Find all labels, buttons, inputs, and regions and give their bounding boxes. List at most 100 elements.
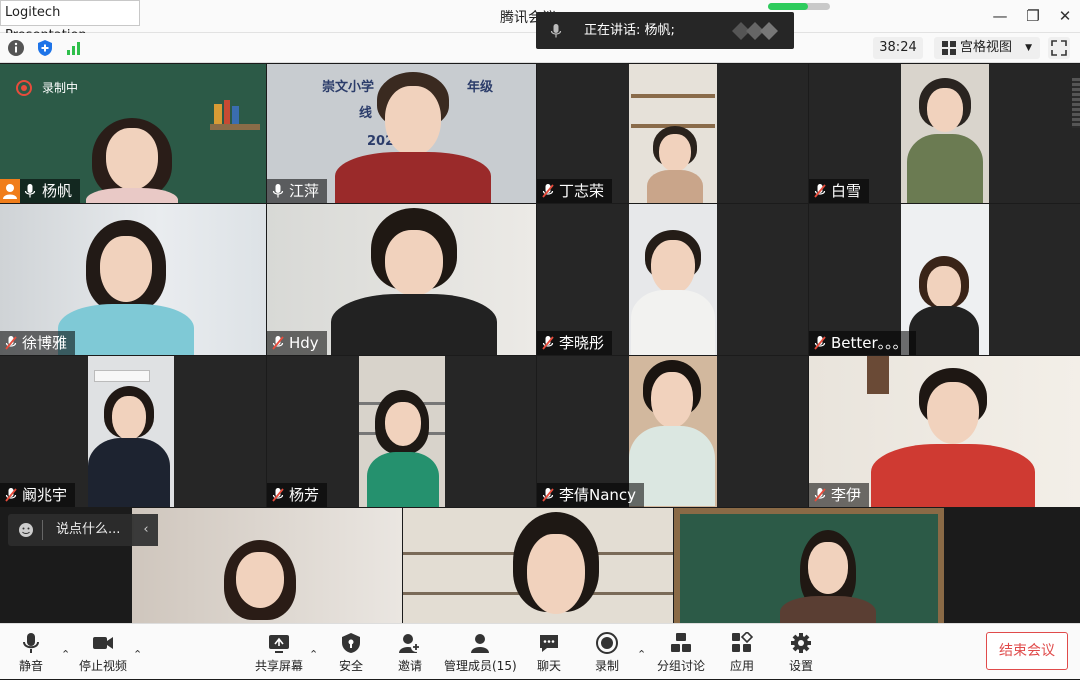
apps-label: 应用 [729,659,754,673]
mic-icon [24,184,36,198]
chat-input-bar[interactable]: 说点什么... ‹ [8,514,158,546]
video-frame [901,64,989,203]
participant-nameplate: 江萍 [267,179,328,203]
video-frame [88,356,174,507]
shelf [631,94,715,98]
signal-icon[interactable] [64,38,84,58]
add-user-icon [399,634,421,653]
video-tile[interactable]: 丁志荣 [537,64,808,203]
apps-icon [732,632,753,652]
book [214,104,222,124]
share-screen-button[interactable]: 共享屏幕 [254,624,304,680]
chevron-up-icon[interactable]: ⌃ [309,648,318,661]
mute-button[interactable]: 静音 [12,624,50,680]
mic-muted-icon [542,488,554,502]
mic-icon [23,633,39,653]
manage-members-label: 管理成员(15) [444,659,517,673]
emoji-icon[interactable] [18,522,34,538]
participant-nameplate: 阚兆宇 [0,483,76,507]
end-meeting-button[interactable]: 结束会议 [986,632,1068,670]
invite-button[interactable]: 邀请 [395,624,425,680]
video-tile[interactable]: 白雪 [809,64,1080,203]
mic-muted-icon [814,336,826,350]
video-tile[interactable]: 李伊 [809,356,1080,507]
settings-button[interactable]: 设置 [786,624,816,680]
slide-subtitle: 年级 [467,80,494,95]
slide-line: 线 [359,106,373,121]
chevron-up-icon[interactable]: ⌃ [61,648,70,661]
mic-muted-icon [5,488,17,502]
breakout-rooms-button[interactable]: 分组讨论 [656,624,706,680]
shield-icon [342,633,360,653]
mic-icon [550,24,562,38]
participant-name: 李伊 [831,486,862,504]
view-mode-button[interactable]: 宫格视图 ▼ [934,37,1040,59]
participant-name: 徐博雅 [22,334,68,352]
loading-progress-fill [768,3,809,10]
participant-name: 李晓彤 [559,334,605,352]
info-icon[interactable] [6,38,26,58]
collapse-chevron-icon[interactable]: ‹ [134,514,158,546]
apps-button[interactable]: 应用 [727,624,757,680]
video-tile[interactable]: 李倩Nancy [537,356,808,507]
record-icon [596,632,618,654]
chat-icon [540,635,558,652]
gear-icon [791,633,811,653]
video-tile[interactable]: 李晓彤 [537,204,808,355]
close-icon[interactable]: ✕ [1050,4,1080,28]
video-tile[interactable]: Hdy [267,204,536,355]
record-label: 录制 [594,659,619,673]
participant-name: 江萍 [289,182,320,200]
video-tile[interactable] [403,508,673,623]
volume-meter [1072,78,1080,128]
mic-icon [272,184,284,198]
divider [42,520,43,540]
participant-name: 杨芳 [289,486,320,504]
recording-indicator: 录制中 [16,80,78,96]
loading-progress-bar [768,3,830,10]
video-tile[interactable] [132,508,402,623]
video-tile[interactable] [674,508,944,623]
video-tile[interactable]: 杨芳 [267,356,536,507]
stop-video-label: 停止视频 [78,659,127,673]
chat-button[interactable]: 聊天 [534,624,564,680]
fullscreen-icon[interactable] [1048,37,1070,59]
chat-placeholder[interactable]: 说点什么... [56,514,120,546]
participant-nameplate: 李倩Nancy [537,483,645,507]
logitech-overlay-label: Logitech Presentation [0,0,140,43]
slide-title: 崇文小学 [322,80,375,95]
video-tile[interactable]: 徐博雅 [0,204,266,355]
view-mode-label: 宫格视图 [960,40,1013,55]
shield-icon[interactable] [35,38,55,58]
participant-name: 杨帆 [42,182,73,200]
speaker-avatars-icon [732,22,778,40]
members-icon [471,634,489,653]
video-tile[interactable]: 阚兆宇 [0,356,266,507]
video-tile[interactable]: Better。。。 [809,204,1080,355]
video-frame [629,204,717,355]
security-label: 安全 [338,659,363,673]
chevron-up-icon[interactable]: ⌃ [133,648,142,661]
mic-muted-icon [542,184,554,198]
chevron-up-icon[interactable]: ⌃ [637,648,646,661]
air-conditioner [94,370,150,382]
bottom-control-bar: 静音 ⌃ 停止视频 ⌃ 共享屏幕 ⌃ 安全 邀请 管理成员(15) 聊天 录制 … [0,623,1080,679]
invite-label: 邀请 [397,659,422,673]
video-frame [629,64,717,203]
shelf [210,124,260,130]
meeting-timer: 38:24 [873,37,923,59]
maximize-icon[interactable]: ❐ [1018,4,1048,28]
mic-muted-icon [542,336,554,350]
video-tile[interactable]: 崇文小学 年级 线 2022 江萍 [267,64,536,203]
stop-video-button[interactable]: 停止视频 [78,624,128,680]
participant-nameplate: Hdy [267,331,327,355]
security-button[interactable]: 安全 [336,624,366,680]
record-button[interactable]: 录制 [592,624,622,680]
minimize-icon[interactable]: — [985,4,1015,28]
video-frame [359,356,445,507]
video-tile[interactable]: 录制中 杨帆 [0,64,266,203]
mic-muted-icon [5,336,17,350]
manage-members-button[interactable]: 管理成员(15) [444,624,517,680]
share-screen-label: 共享屏幕 [254,659,303,673]
participant-name: 李倩Nancy [559,486,637,504]
